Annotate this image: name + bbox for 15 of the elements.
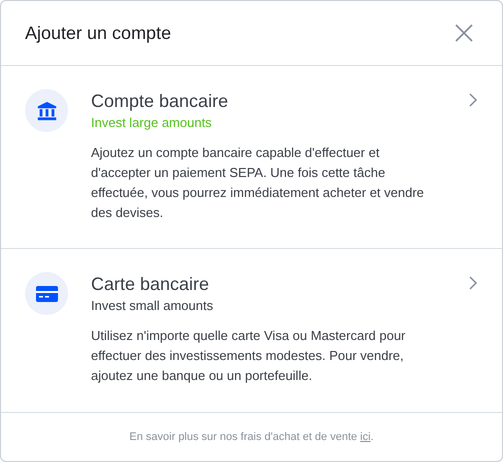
footer-period: .	[370, 430, 374, 445]
chevron-right-icon	[469, 93, 478, 107]
chevron-right-icon	[469, 276, 478, 290]
account-option[interactable]: Carte bancaire Invest small amounts Utilisez n'importe quelle carte Visa ou Mastercard pour effectuer des investissements modestes. Pour vendre, ajoutez une banque ou un portefeuille.	[1, 249, 502, 413]
footer-text: En savoir plus sur nos frais d'achat et de vente	[129, 430, 358, 445]
option-subtitle: Invest small amounts	[91, 297, 214, 315]
option-description: Ajoutez un compte bancaire capable d'effectuer et d'accepter un paiement SEPA. Une fois cette tâche effectuée, vous pourrez immédiatement acheter et vendre des devises.	[91, 144, 425, 222]
option-subtitle: Invest large amounts	[91, 114, 213, 132]
option-title: Compte bancaire	[91, 90, 230, 113]
dialog-title: Ajouter un compte	[25, 22, 172, 45]
credit-card-icon	[36, 284, 58, 302]
bank-icon	[36, 100, 58, 122]
option-title: Carte bancaire	[91, 273, 210, 296]
option-description: Utilisez n'importe quelle carte Visa ou Mastercard pour effectuer des investissements modestes. Pour vendre, ajoutez une banque ou un portefeuille.	[91, 327, 406, 385]
close-icon	[454, 23, 474, 43]
